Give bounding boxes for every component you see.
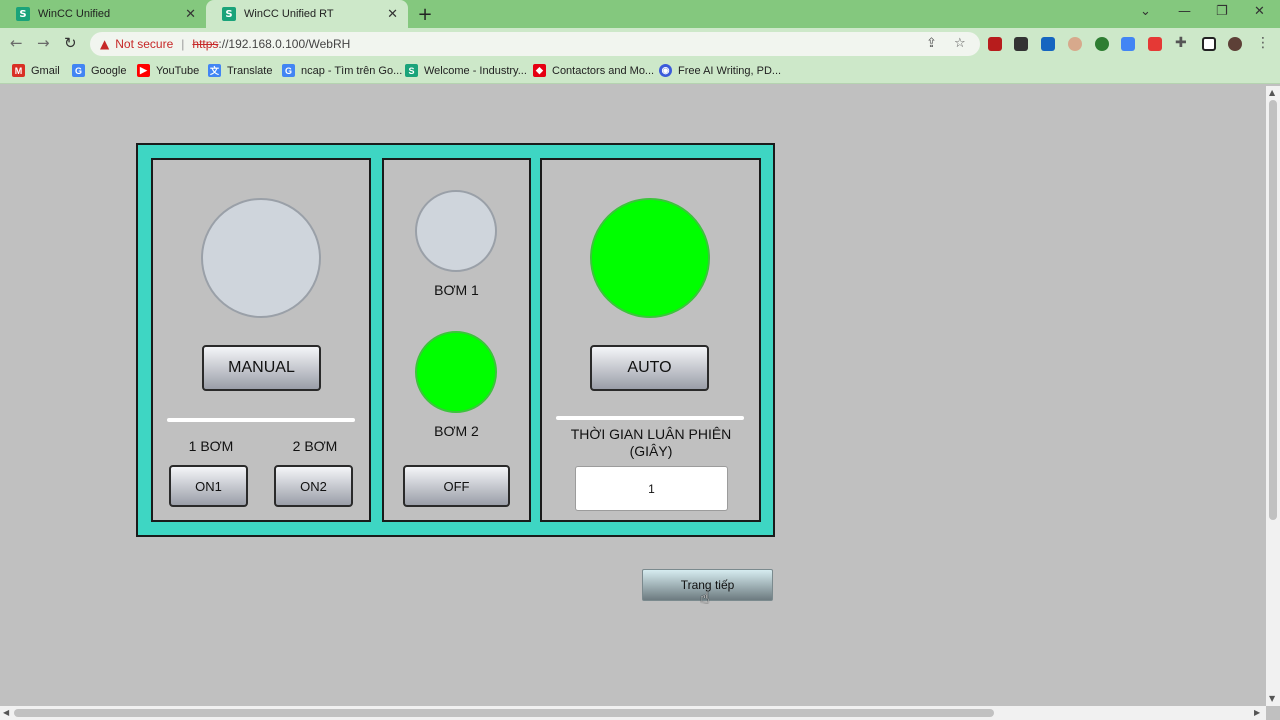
bookmark-label: Contactors and Mo... bbox=[552, 64, 655, 77]
auto-panel: AUTO THỜI GIAN LUÂN PHIÊN (GIÂY) 1 bbox=[540, 158, 761, 522]
puzzle-extensions-icon[interactable]: ✚ bbox=[1175, 35, 1187, 51]
auto-indicator-lamp bbox=[590, 198, 710, 318]
bookmark-translate[interactable]: 文 Translate bbox=[208, 64, 272, 77]
extension-j-icon[interactable] bbox=[1041, 37, 1055, 51]
two-pump-label: 2 BƠM bbox=[292, 438, 338, 454]
vertical-scrollbar[interactable]: ▲ ▼ bbox=[1266, 86, 1280, 706]
bookmark-label: Gmail bbox=[31, 64, 60, 77]
google-icon: G bbox=[72, 64, 85, 77]
forward-arrow-icon[interactable]: → bbox=[37, 34, 50, 52]
on1-button[interactable]: ON1 bbox=[169, 465, 248, 507]
rotation-time-label: THỜI GIAN LUÂN PHIÊN (GIÂY) bbox=[570, 426, 732, 459]
extension-globe-icon[interactable] bbox=[1095, 37, 1109, 51]
not-secure-label[interactable]: Not secure bbox=[115, 37, 173, 51]
bookmark-youtube[interactable]: ▶ YouTube bbox=[137, 64, 199, 77]
bookmark-welcome-industry[interactable]: S Welcome - Industry... bbox=[405, 64, 527, 77]
back-arrow-icon[interactable]: ← bbox=[10, 34, 23, 52]
pump1-indicator-lamp bbox=[415, 190, 497, 272]
scroll-down-icon[interactable]: ▼ bbox=[1269, 694, 1275, 703]
bookmark-ncap[interactable]: Gncap - Tìm trên Go... bbox=[282, 64, 402, 77]
on2-button[interactable]: ON2 bbox=[274, 465, 353, 507]
siemens-icon: S bbox=[405, 64, 418, 77]
horizontal-scroll-thumb[interactable] bbox=[14, 709, 994, 717]
siemens-favicon-icon: S bbox=[16, 7, 30, 21]
share-icon[interactable]: ⇪ bbox=[926, 36, 937, 51]
close-icon[interactable]: ✕ bbox=[387, 7, 398, 22]
menu-kebab-icon[interactable]: ⋮ bbox=[1256, 35, 1270, 51]
side-panel-icon[interactable] bbox=[1202, 37, 1216, 51]
bookmark-label: Welcome - Industry... bbox=[424, 64, 527, 77]
pump1-label: BƠM 1 bbox=[434, 282, 479, 298]
browser-toolbar: ← → ↻ ▲ Not secure | https://192.168.0.1… bbox=[0, 28, 1280, 60]
bookmark-label: ncap - Tìm trên Go... bbox=[301, 64, 403, 77]
bookmark-label: Google bbox=[91, 64, 127, 77]
translate-extension-icon[interactable] bbox=[1121, 37, 1135, 51]
bookmark-label: Free AI Writing, PD... bbox=[678, 64, 782, 77]
address-separator: | bbox=[181, 37, 185, 51]
extension-d-icon[interactable] bbox=[1014, 37, 1028, 51]
url-host-path: ://192.168.0.100/WebRH bbox=[218, 37, 351, 51]
extension-tp-icon[interactable] bbox=[1148, 37, 1162, 51]
close-icon[interactable]: ✕ bbox=[185, 7, 196, 22]
bookmark-gmail[interactable]: M Gmail bbox=[12, 64, 60, 77]
scroll-left-icon[interactable]: ◀ bbox=[3, 708, 9, 717]
one-pump-label: 1 BƠM bbox=[188, 438, 234, 454]
horizontal-scrollbar[interactable]: ◀ ▶ bbox=[0, 706, 1266, 720]
bookmark-google[interactable]: G Google bbox=[72, 64, 126, 77]
bookmark-label: Translate bbox=[227, 64, 273, 77]
window-close-button[interactable]: ✕ bbox=[1254, 4, 1265, 19]
auto-button[interactable]: AUTO bbox=[590, 345, 709, 391]
manual-indicator-lamp bbox=[201, 198, 321, 318]
extension-face-icon[interactable] bbox=[1068, 37, 1082, 51]
new-tab-button[interactable]: + bbox=[416, 4, 434, 25]
reload-icon[interactable]: ↻ bbox=[64, 34, 77, 52]
warning-icon: ▲ bbox=[100, 37, 110, 51]
url-scheme: https bbox=[192, 37, 219, 51]
ublock-icon[interactable] bbox=[988, 37, 1002, 51]
chevron-down-icon[interactable]: ⌄ bbox=[1140, 4, 1151, 19]
pump2-label: BƠM 2 bbox=[434, 423, 479, 439]
bookmarks-bar: M Gmail G Google ▶ YouTube 文 Translate Gncap… bbox=[0, 60, 1280, 84]
bookmark-free-ai-writing[interactable]: ◉ Free AI Writing, PD... bbox=[659, 64, 781, 77]
pump2-indicator-lamp bbox=[415, 331, 497, 413]
tab-wincc-unified[interactable]: S WinCC Unified ✕ bbox=[0, 0, 206, 28]
manual-button[interactable]: MANUAL bbox=[202, 345, 321, 391]
rotation-time-input[interactable]: 1 bbox=[575, 466, 728, 511]
gmail-icon: M bbox=[12, 64, 25, 77]
ai-writing-icon: ◉ bbox=[659, 64, 672, 77]
bookmark-label: YouTube bbox=[156, 64, 200, 77]
tab-title: WinCC Unified RT bbox=[244, 8, 334, 20]
vertical-scroll-thumb[interactable] bbox=[1269, 100, 1277, 520]
mitsubishi-icon: ◆ bbox=[533, 64, 546, 77]
restore-button[interactable]: ❐ bbox=[1216, 4, 1228, 19]
google-icon: G bbox=[282, 64, 295, 77]
tab-wincc-unified-rt[interactable]: S WinCC Unified RT ✕ bbox=[206, 0, 408, 28]
profile-avatar[interactable] bbox=[1228, 37, 1242, 51]
panel-divider bbox=[167, 418, 355, 422]
youtube-icon: ▶ bbox=[137, 64, 150, 77]
address-bar[interactable]: ▲ Not secure | https://192.168.0.100/Web… bbox=[90, 32, 980, 56]
pumps-panel: BƠM 1 BƠM 2 OFF bbox=[382, 158, 531, 522]
off-button[interactable]: OFF bbox=[403, 465, 510, 507]
bookmark-contactors[interactable]: ◆ Contactors and Mo... bbox=[533, 64, 654, 77]
tab-title: WinCC Unified bbox=[38, 8, 111, 20]
translate-icon: 文 bbox=[208, 64, 221, 77]
panel-divider bbox=[556, 416, 744, 420]
scroll-up-icon[interactable]: ▲ bbox=[1269, 88, 1275, 97]
star-icon[interactable]: ☆ bbox=[954, 36, 966, 51]
hmi-frame: MANUAL 1 BƠM 2 BƠM ON1 ON2 BƠM 1 BƠM 2 O… bbox=[136, 143, 775, 537]
minimize-button[interactable]: — bbox=[1178, 4, 1191, 19]
siemens-favicon-icon: S bbox=[222, 7, 236, 21]
mouse-cursor-icon: ☝ bbox=[700, 588, 710, 607]
scroll-right-icon[interactable]: ▶ bbox=[1254, 708, 1260, 717]
browser-tab-bar: S WinCC Unified ✕ S WinCC Unified RT ✕ +… bbox=[0, 0, 1280, 28]
manual-panel: MANUAL 1 BƠM 2 BƠM ON1 ON2 bbox=[151, 158, 371, 522]
